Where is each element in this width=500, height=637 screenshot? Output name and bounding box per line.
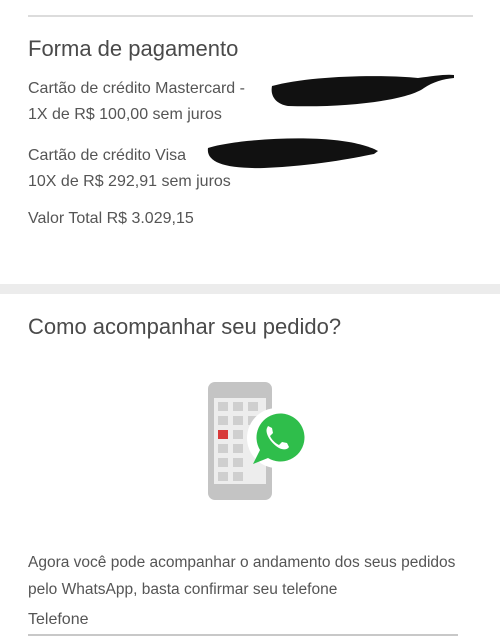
whatsapp-info-text: Agora você pode acompanhar o andamento d… (28, 553, 456, 598)
payment-title: Forma de pagamento (28, 36, 239, 61)
section-separator (0, 284, 500, 294)
total-value: Valor Total R$ 3.029,15 (28, 210, 194, 227)
visa-card-line: Cartão de crédito Visa (28, 147, 187, 164)
redaction-mark (271, 74, 454, 107)
tracking-title: Como acompanhar seu pedido? (28, 314, 342, 339)
redaction-mark (207, 138, 378, 169)
visa-installments: 10X de R$ 292,91 sem juros (28, 173, 231, 190)
phone-input[interactable] (28, 634, 458, 636)
top-divider (28, 15, 473, 17)
phone-label: Telefone (28, 611, 89, 628)
mastercard-installments: 1X de R$ 100,00 sem juros (28, 106, 222, 123)
phone-whatsapp-icon (208, 382, 307, 500)
mastercard-card-line: Cartão de crédito Mastercard - (28, 80, 245, 97)
